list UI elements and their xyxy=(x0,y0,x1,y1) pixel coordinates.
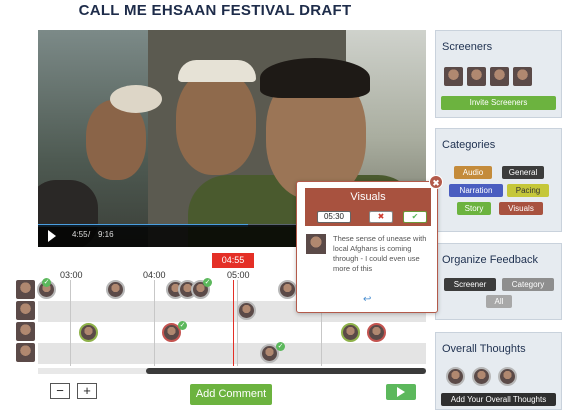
comment-marker[interactable] xyxy=(106,280,125,299)
filter-all-button[interactable]: All xyxy=(486,295,512,308)
screener-avatar[interactable] xyxy=(490,67,509,86)
avatar xyxy=(16,280,35,299)
category-tag-audio[interactable]: Audio xyxy=(454,166,492,179)
confirm-icon[interactable]: ✔ xyxy=(403,211,427,223)
screener-avatar[interactable] xyxy=(513,67,532,86)
category-tag-general[interactable]: General xyxy=(502,166,544,179)
close-icon[interactable]: ✖ xyxy=(429,175,443,189)
category-tag-story[interactable]: Story xyxy=(457,202,491,215)
add-comment-button[interactable]: Add Comment xyxy=(190,384,272,405)
screener-avatar-row xyxy=(16,301,38,322)
comment-popup: Visuals 05:30 ✖ ✔ These sense of unease … xyxy=(296,175,443,313)
category-tag-narration[interactable]: Narration xyxy=(449,184,503,197)
overall-thoughts-title: Overall Thoughts xyxy=(442,343,526,355)
check-icon: ✓ xyxy=(203,278,212,287)
duration: 9:16 xyxy=(98,230,114,239)
invite-screeners-button[interactable]: Invite Screeners xyxy=(441,96,556,110)
comment-text: These sense of unease with local Afghans… xyxy=(333,234,427,273)
screener-avatar-row xyxy=(16,280,38,301)
play-icon xyxy=(397,387,405,397)
comment-marker[interactable] xyxy=(79,323,98,342)
check-icon: ✓ xyxy=(178,321,187,330)
filter-category-button[interactable]: Category xyxy=(502,278,554,291)
popup-category: Visuals xyxy=(350,191,386,203)
comment-marker[interactable] xyxy=(367,323,386,342)
avatar xyxy=(16,322,35,341)
categories-panel: Categories Audio General Narration Pacin… xyxy=(435,128,562,232)
play-button[interactable] xyxy=(386,384,416,400)
playhead[interactable] xyxy=(233,280,234,366)
page-title: CALL ME EHSAAN FESTIVAL DRAFT xyxy=(78,2,352,19)
comment-marker[interactable] xyxy=(341,323,360,342)
avatar xyxy=(16,301,35,320)
screener-avatar[interactable] xyxy=(444,67,463,86)
reply-icon[interactable]: ↩ xyxy=(363,294,371,305)
delete-icon[interactable]: ✖ xyxy=(369,211,393,223)
timeline-scrollbar[interactable] xyxy=(38,368,426,374)
screener-avatar-row xyxy=(16,343,38,364)
current-time-badge: 04:55 xyxy=(212,253,254,268)
overall-thoughts-panel: Overall Thoughts Add Your Overall Though… xyxy=(435,332,562,410)
tick-label: 03:00 xyxy=(60,270,83,280)
screener-avatar-row xyxy=(16,322,38,343)
category-tag-pacing[interactable]: Pacing xyxy=(507,184,549,197)
organize-feedback-panel: Organize Feedback Screener Category All xyxy=(435,243,562,320)
zoom-in-button[interactable]: + xyxy=(77,383,97,399)
thought-avatar[interactable] xyxy=(472,367,491,386)
tick-label: 05:00 xyxy=(227,270,250,280)
commenter-avatar xyxy=(306,234,326,254)
comment-marker[interactable] xyxy=(237,301,256,320)
add-overall-thoughts-button[interactable]: Add Your Overall Thoughts xyxy=(441,393,556,406)
screeners-panel: Screeners Invite Screeners xyxy=(435,30,562,118)
organize-title: Organize Feedback xyxy=(442,254,538,266)
filter-screener-button[interactable]: Screener xyxy=(444,278,496,291)
scrollbar-thumb[interactable] xyxy=(146,368,426,374)
thought-avatar[interactable] xyxy=(498,367,517,386)
popup-header: Visuals 05:30 ✖ ✔ xyxy=(305,188,431,226)
check-icon: ✓ xyxy=(42,278,51,287)
thought-avatar[interactable] xyxy=(446,367,465,386)
tick-label: 04:00 xyxy=(143,270,166,280)
categories-title: Categories xyxy=(442,139,496,151)
comment-marker[interactable] xyxy=(278,280,297,299)
check-icon: ✓ xyxy=(276,342,285,351)
screener-avatar[interactable] xyxy=(467,67,486,86)
screeners-title: Screeners xyxy=(442,41,493,53)
current-time: 4:55 xyxy=(72,230,88,239)
avatar xyxy=(16,343,35,362)
play-icon[interactable] xyxy=(48,230,56,242)
category-tag-visuals[interactable]: Visuals xyxy=(499,202,543,215)
popup-time-field[interactable]: 05:30 xyxy=(317,211,351,223)
zoom-out-button[interactable]: − xyxy=(50,383,70,399)
